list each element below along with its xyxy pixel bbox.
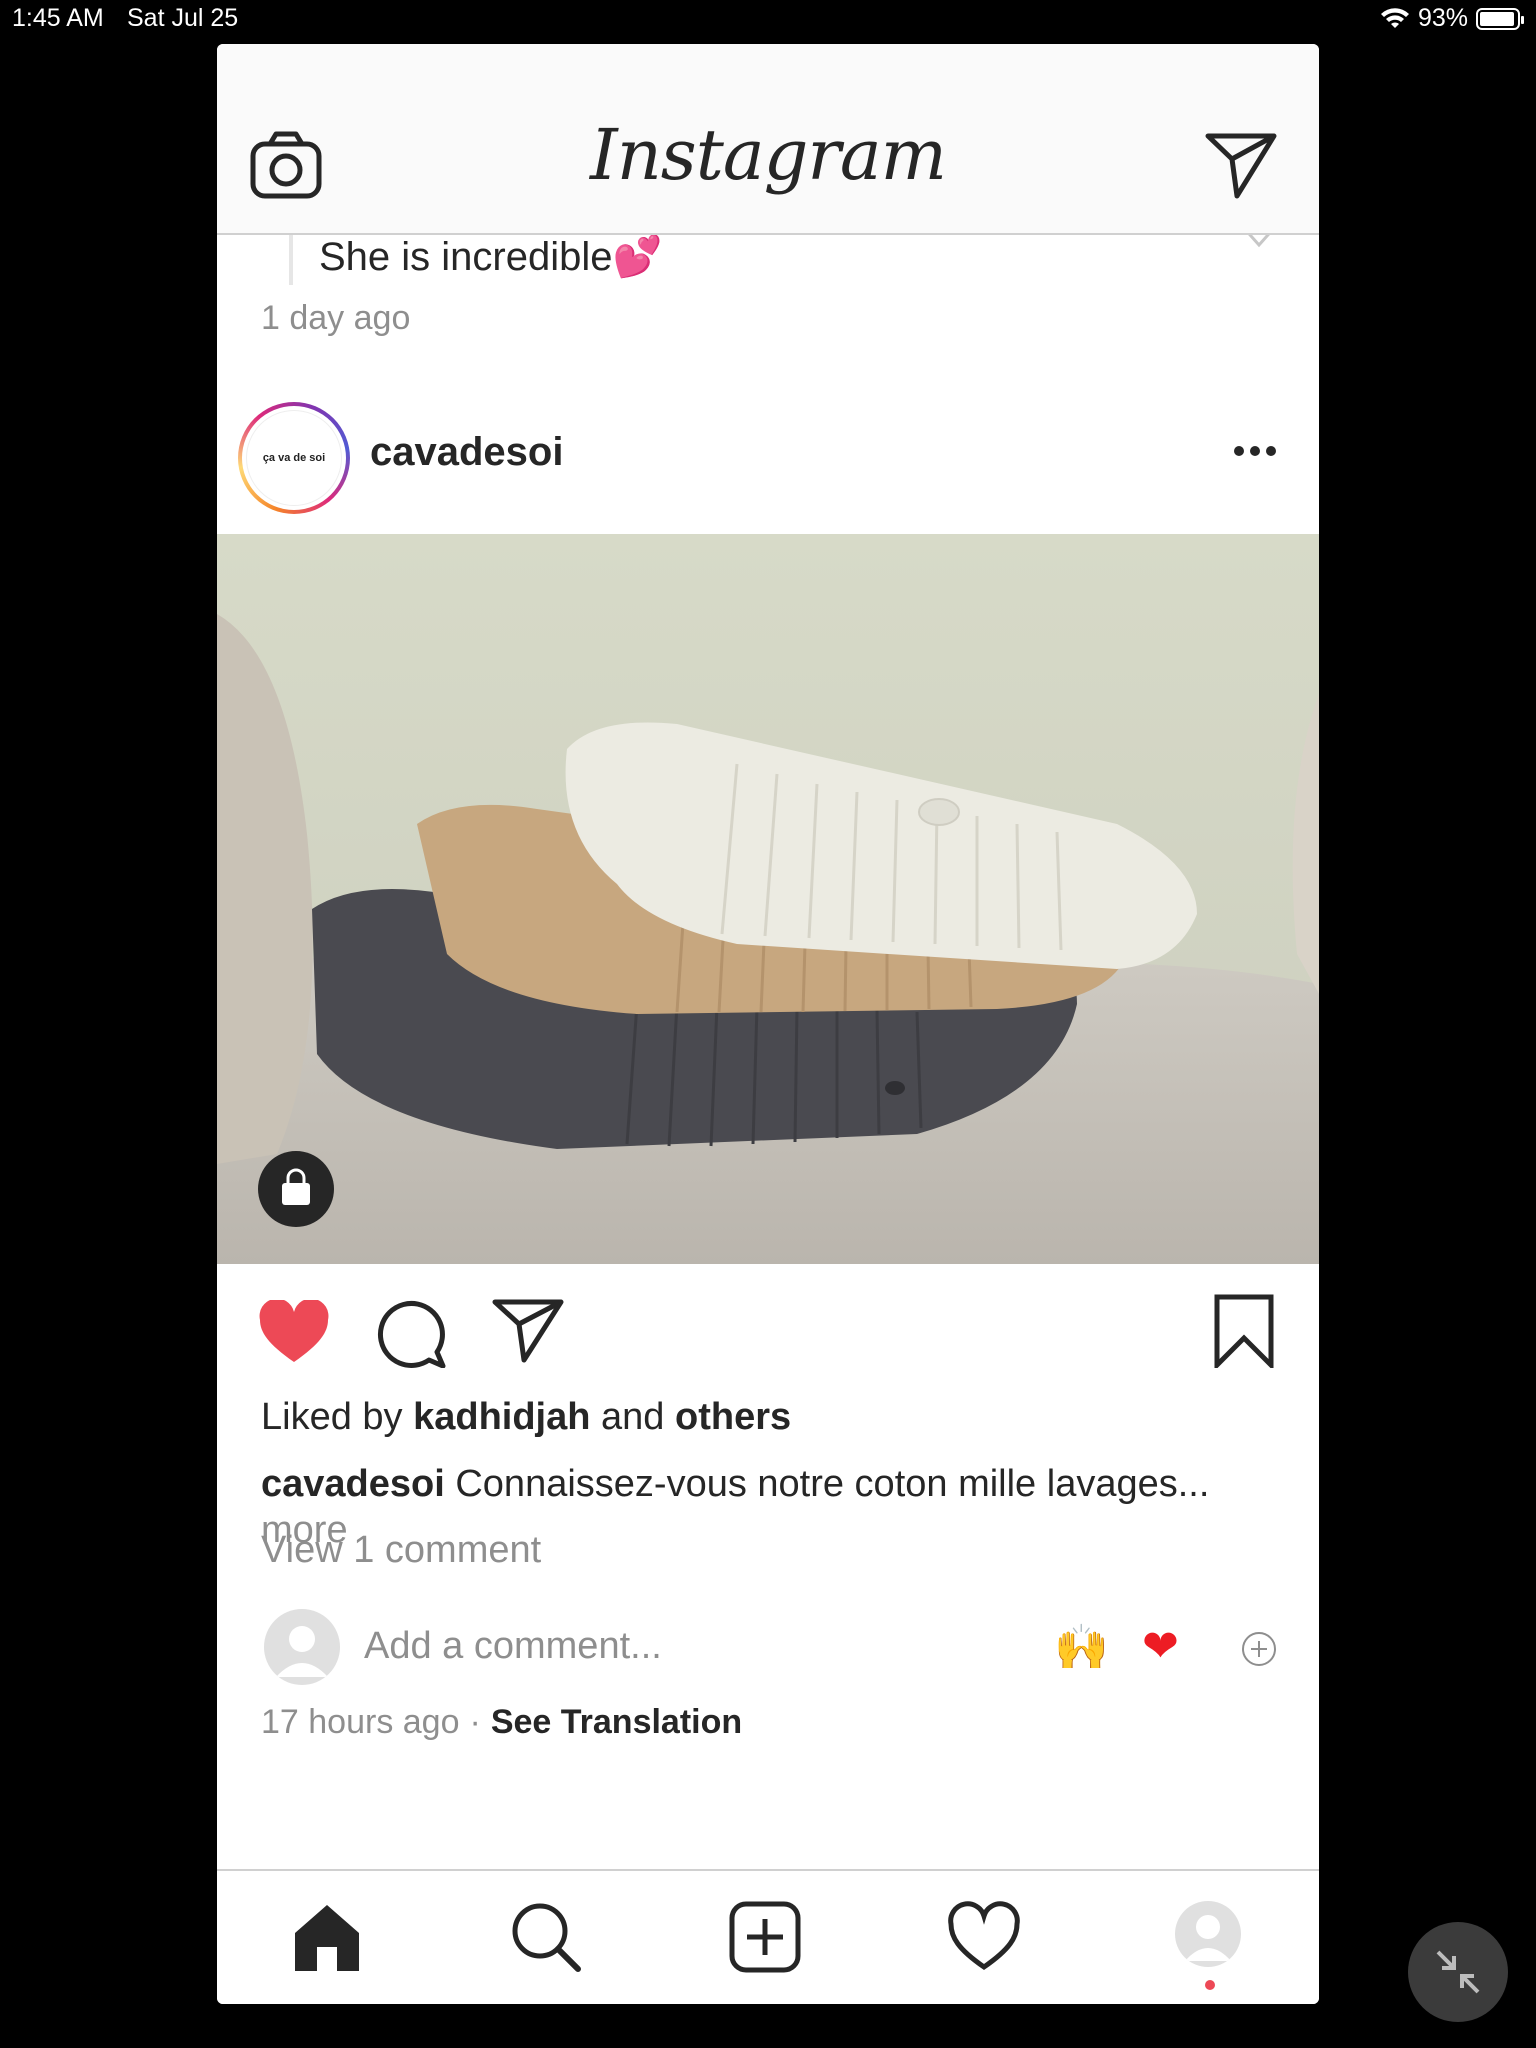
more-options-icon[interactable] [1233, 444, 1277, 458]
liked-others[interactable]: others [675, 1396, 791, 1438]
post-photo[interactable] [217, 534, 1319, 1264]
avatar: ça va de soi [246, 410, 342, 506]
default-avatar-icon [276, 1626, 328, 1677]
activity-heart-icon[interactable] [948, 1901, 1020, 1973]
default-avatar-icon [1185, 1915, 1231, 1961]
view-comments-link[interactable]: View 1 comment [261, 1529, 541, 1572]
add-emoji-plus-icon[interactable] [1241, 1631, 1277, 1667]
shopping-bag-badge[interactable] [258, 1151, 334, 1227]
separator: · [469, 1703, 481, 1741]
add-comment-row: Add a comment... 🙌 ❤ [217, 1609, 1319, 1689]
status-right: 93% [1380, 4, 1524, 33]
add-post-icon[interactable] [729, 1901, 801, 1973]
battery-percent: 93% [1417, 4, 1468, 32]
search-icon[interactable] [510, 1901, 582, 1973]
shopping-bag-icon [282, 1168, 310, 1205]
home-icon[interactable] [291, 1901, 363, 1973]
previous-post-time: 1 day ago [261, 299, 411, 337]
notification-dot [1205, 1980, 1215, 1990]
status-bar: 1:45 AM Sat Jul 25 93% [0, 0, 1536, 40]
post-header: ça va de soi cavadesoi [217, 400, 1319, 515]
liked-prefix: Liked by [261, 1396, 414, 1438]
avatar [264, 1609, 340, 1685]
caption-username[interactable]: cavadesoi [261, 1463, 445, 1505]
bookmark-icon[interactable] [1213, 1294, 1275, 1368]
caption-text: Connaissez-vous notre coton mille lavage… [444, 1463, 1210, 1505]
status-time: 1:45 AM [12, 4, 104, 32]
profile-tab[interactable] [1175, 1901, 1247, 1973]
compress-window-button[interactable] [1408, 1922, 1508, 2022]
bottom-tab-bar [217, 1869, 1319, 2004]
share-paper-plane-icon[interactable] [492, 1298, 564, 1364]
status-date: Sat Jul 25 [127, 4, 239, 32]
paper-plane-icon[interactable] [1205, 132, 1277, 200]
red-heart-emoji-button[interactable]: ❤ [1142, 1621, 1179, 1672]
avatar-story-ring[interactable]: ça va de soi [238, 402, 350, 514]
comment-bubble-icon[interactable] [375, 1296, 447, 1368]
folded-sweaters-image [217, 534, 1319, 1264]
post-timestamp-row: 17 hours ago · See Translation [261, 1703, 742, 1742]
comment-input[interactable]: Add a comment... [364, 1625, 662, 1668]
post-username[interactable]: cavadesoi [370, 430, 563, 475]
heart-filled-icon[interactable] [258, 1300, 330, 1364]
previous-comment: She is incredible💕 [289, 233, 662, 285]
top-navigation: Instagram [217, 44, 1319, 235]
post-time-ago: 17 hours ago [261, 1703, 460, 1741]
likes-summary[interactable]: Liked by kadhidjah and others [261, 1396, 791, 1439]
liked-user[interactable]: kadhidjah [413, 1396, 590, 1438]
profile-avatar [1175, 1901, 1241, 1967]
see-translation-link[interactable]: See Translation [491, 1703, 742, 1741]
post-actions [217, 1294, 1319, 1374]
compress-arrows-icon [1436, 1950, 1480, 1994]
battery-icon [1476, 7, 1524, 30]
instagram-logo: Instagram [590, 114, 947, 196]
instagram-app: Instagram She is incredible💕 1 day ago ç… [217, 44, 1319, 2004]
wifi-icon [1380, 7, 1409, 28]
raising-hands-emoji-button[interactable]: 🙌 [1054, 1621, 1109, 1673]
liked-and: and [590, 1396, 675, 1438]
